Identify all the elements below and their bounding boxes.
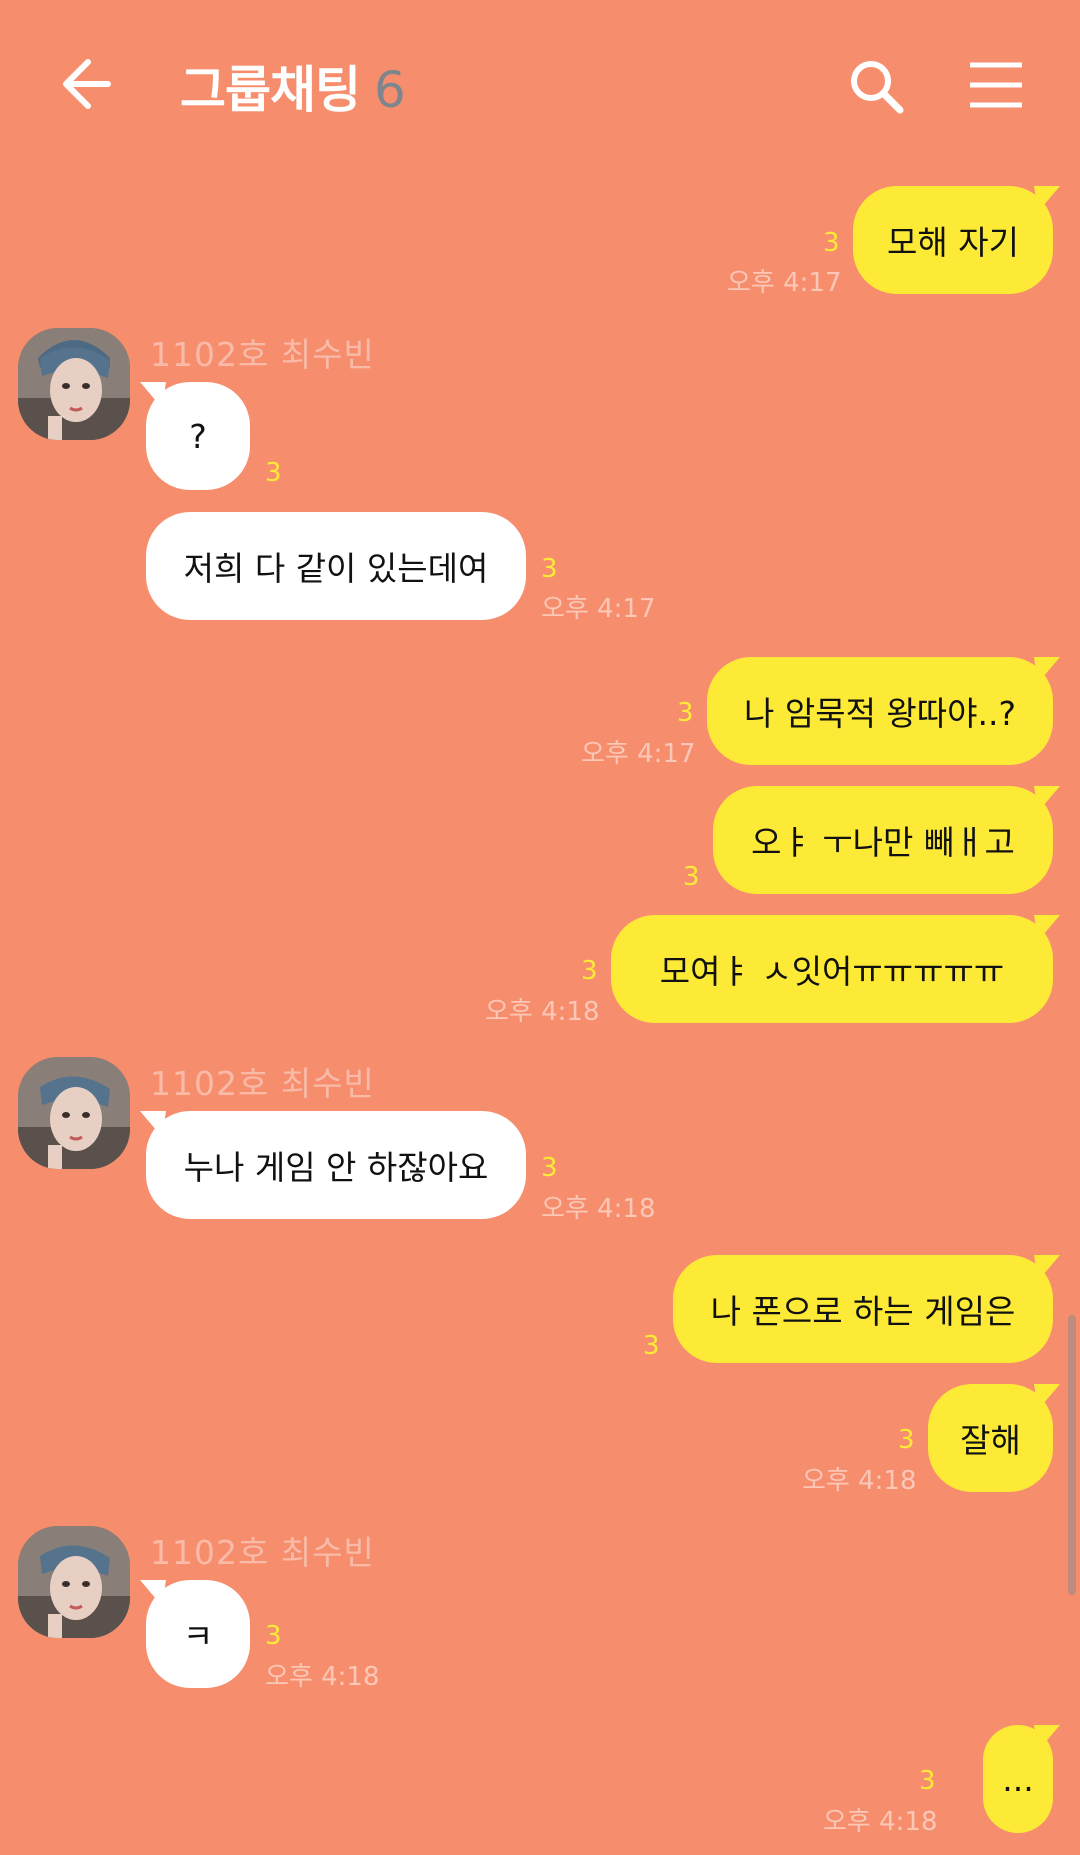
bubble-tail	[1034, 657, 1060, 683]
message-text: 나 암묵적 왕따야..?	[744, 694, 1016, 733]
unread-count: 3	[898, 1425, 915, 1455]
other-message-bubble[interactable]: 저희 다 같이 있는데여	[146, 512, 526, 620]
unread-count: 3	[643, 1331, 660, 1361]
message-time: 오후 4:18	[823, 1807, 938, 1837]
bubble-tail	[1034, 1255, 1060, 1281]
bubble-tail	[1034, 786, 1060, 812]
message-time: 오후 4:17	[727, 268, 842, 298]
search-icon	[851, 61, 904, 114]
message-time: 오후 4:18	[802, 1466, 917, 1496]
profile-photo	[18, 328, 130, 440]
avatar[interactable]	[18, 1057, 130, 1169]
bubble-tail	[1034, 1725, 1060, 1751]
unread-count: 3	[683, 862, 700, 892]
message-text: ?	[189, 416, 207, 456]
arrow-left-icon	[63, 59, 111, 109]
unread-count: 3	[919, 1766, 936, 1796]
unread-count: 3	[265, 1621, 282, 1651]
sender-name: 1102호 최수빈	[150, 1533, 375, 1572]
message-text: ㅋ	[182, 1617, 214, 1656]
message-time: 오후 4:17	[581, 739, 696, 769]
my-message-bubble[interactable]: 모해 자기	[853, 186, 1053, 294]
message-text: 모여ㅑ ㅅ잇어ㅠㅠㅠㅠㅠ	[659, 952, 1005, 991]
bubble-tail	[1034, 915, 1060, 941]
profile-photo	[18, 1526, 130, 1638]
chat-header: 그룹채팅 6	[0, 0, 1080, 170]
search-button[interactable]	[846, 56, 906, 116]
message-text: ...	[1002, 1759, 1034, 1799]
bubble-tail	[1034, 186, 1060, 212]
unread-count: 3	[541, 1153, 558, 1183]
member-count: 6	[374, 61, 406, 119]
bubble-tail	[140, 382, 166, 408]
my-message-bubble[interactable]: 나 암묵적 왕따야..?	[707, 657, 1053, 765]
bubble-tail	[140, 1111, 166, 1137]
unread-count: 3	[541, 554, 558, 584]
profile-photo	[18, 1057, 130, 1169]
unread-count: 3	[265, 458, 282, 488]
message-text: 나 폰으로 하는 게임은	[710, 1292, 1016, 1331]
message-time: 오후 4:18	[265, 1662, 380, 1692]
back-button[interactable]	[58, 52, 118, 116]
my-message-bubble[interactable]: 오ㅑ ㅜ나만 빼ㅐ고	[713, 786, 1053, 894]
bubble-tail	[140, 1580, 166, 1606]
sender-name: 1102호 최수빈	[150, 1064, 375, 1103]
menu-icon	[970, 62, 1022, 108]
message-time: 오후 4:17	[541, 594, 656, 624]
scrollbar[interactable]	[1068, 1315, 1076, 1595]
bubble-tail	[1034, 1384, 1060, 1410]
other-message-bubble[interactable]: 누나 게임 안 하잖아요	[146, 1111, 526, 1219]
my-message-bubble[interactable]: 모여ㅑ ㅅ잇어ㅠㅠㅠㅠㅠ	[611, 915, 1053, 1023]
chat-title-text: 그룹채팅	[180, 61, 361, 119]
message-time: 오후 4:18	[485, 997, 600, 1027]
message-text: 모해 자기	[887, 223, 1019, 262]
menu-button[interactable]	[968, 60, 1024, 110]
message-text: 누나 게임 안 하잖아요	[183, 1148, 489, 1187]
sender-name: 1102호 최수빈	[150, 335, 375, 374]
avatar[interactable]	[18, 328, 130, 440]
unread-count: 3	[677, 698, 694, 728]
message-text: 잘해	[960, 1421, 1021, 1460]
message-text: 저희 다 같이 있는데여	[183, 549, 489, 588]
unread-count: 3	[581, 956, 598, 986]
avatar[interactable]	[18, 1526, 130, 1638]
chat-title: 그룹채팅 6	[180, 50, 406, 122]
my-message-bubble[interactable]: 나 폰으로 하는 게임은	[673, 1255, 1053, 1363]
message-text: 오ㅑ ㅜ나만 빼ㅐ고	[751, 823, 1015, 862]
unread-count: 3	[823, 228, 840, 258]
message-time: 오후 4:18	[541, 1194, 656, 1224]
